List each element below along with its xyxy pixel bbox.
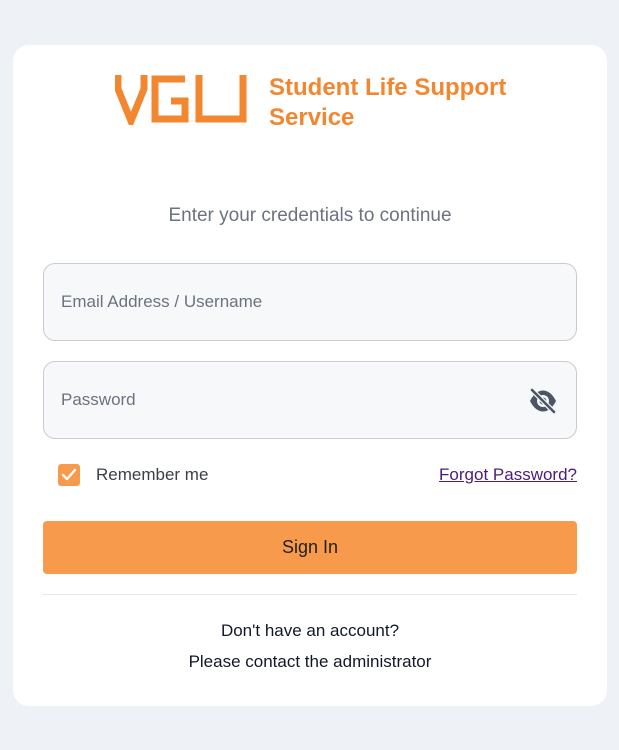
brand-title: Student Life Support Service <box>269 73 506 133</box>
remember-me-checkbox[interactable] <box>58 464 80 486</box>
no-account-text: Don't have an account? <box>220 621 400 640</box>
brand-title-line1: Student Life Support <box>269 74 507 101</box>
email-input[interactable] <box>61 264 501 340</box>
eye-off-icon[interactable] <box>528 387 558 415</box>
remember-me-label: Remember me <box>96 465 209 484</box>
sign-in-button[interactable]: Sign In <box>43 521 577 574</box>
forgot-password-link[interactable]: Forgot Password? <box>439 465 577 485</box>
email-field-container <box>43 263 577 341</box>
brand-logo: Student Life Support Service <box>115 73 506 133</box>
divider <box>43 594 577 595</box>
checkmark-icon <box>61 468 77 481</box>
login-subtitle: Enter your credentials to continue <box>168 205 452 226</box>
vgu-logo-mark <box>115 75 247 125</box>
contact-admin-text: Please contact the administrator <box>188 652 432 671</box>
login-card: Student Life Support Service Enter your … <box>13 45 607 706</box>
password-field-container <box>43 361 577 439</box>
password-input[interactable] <box>61 362 501 438</box>
remember-me-toggle[interactable]: Remember me <box>58 464 208 486</box>
brand-title-line2: Service <box>269 104 355 131</box>
